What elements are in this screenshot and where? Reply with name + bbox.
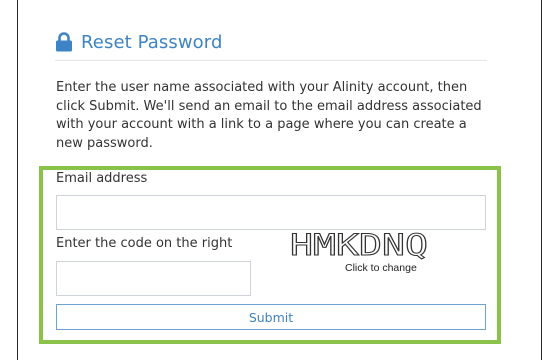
- page-header: Reset Password: [55, 29, 222, 55]
- captcha-code-input[interactable]: [56, 261, 251, 296]
- captcha-glyphs: HMKDNQ: [290, 229, 429, 261]
- email-input[interactable]: [56, 195, 486, 230]
- captcha-image[interactable]: HMKDNQ: [288, 229, 433, 261]
- page-title: Reset Password: [81, 31, 223, 53]
- code-label: Enter the code on the right: [56, 236, 233, 251]
- captcha-text: HMKDNQ: [290, 229, 428, 261]
- header-divider: [55, 60, 487, 61]
- page: Reset Password Enter the user name assoc…: [0, 0, 547, 360]
- captcha-change-link[interactable]: Click to change: [345, 262, 417, 274]
- lock-icon: [55, 32, 73, 52]
- instructions-text: Enter the user name associated with your…: [56, 80, 482, 151]
- submit-button[interactable]: Submit: [56, 304, 486, 330]
- email-label: Email address: [56, 171, 148, 186]
